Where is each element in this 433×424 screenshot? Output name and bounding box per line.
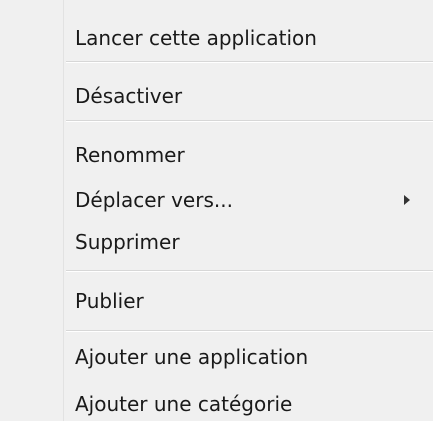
menu-item-deactivate[interactable]: Désactiver (65, 76, 415, 116)
icon-gutter (0, 0, 64, 421)
menu-item-move-to[interactable]: Déplacer vers... (65, 180, 415, 220)
menu-item-add-category[interactable]: Ajouter une catégorie (65, 384, 415, 424)
menu-item-launch-app[interactable]: Lancer cette application (65, 18, 415, 58)
menu-separator-highlight (66, 121, 433, 122)
menu-item-publish[interactable]: Publier (65, 281, 415, 321)
menu-item-rename[interactable]: Renommer (65, 135, 415, 175)
menu-item-add-application[interactable]: Ajouter une application (65, 337, 415, 377)
menu-item-delete[interactable]: Supprimer (65, 222, 415, 262)
submenu-arrow-icon (404, 195, 410, 205)
menu-separator-highlight (66, 271, 433, 272)
menu-separator-highlight (66, 331, 433, 332)
context-menu: Lancer cette application Désactiver Reno… (0, 0, 433, 421)
menu-separator-highlight (66, 62, 433, 63)
